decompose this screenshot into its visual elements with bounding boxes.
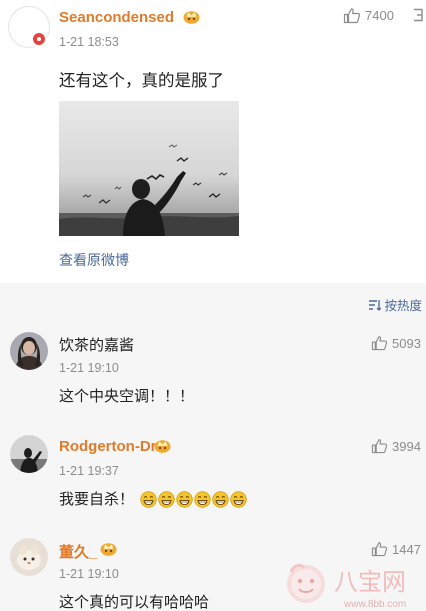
comment-timestamp: 1-21 19:37 [59, 464, 119, 478]
comment-like-button[interactable]: 3994 [371, 438, 421, 454]
comment-like-count: 5093 [392, 335, 421, 351]
thumbs-up-icon [343, 8, 361, 24]
svg-text:八宝网: 八宝网 [334, 568, 406, 596]
commenter-name[interactable]: 董久_ [59, 541, 97, 562]
comment-timestamp: 1-21 19:10 [59, 361, 119, 375]
commenter-avatar[interactable] [10, 332, 48, 370]
sort-by-hot-button[interactable]: 按热度 [368, 295, 422, 314]
post-photo[interactable] [59, 101, 239, 236]
sort-icon [369, 299, 382, 311]
comment-timestamp: 1-21 19:10 [59, 567, 119, 581]
crown-badge-icon [154, 440, 171, 453]
comment-text: 我要自杀！ [59, 488, 247, 509]
post-author-name[interactable]: Seancondensed [59, 9, 174, 26]
expand-menu-icon[interactable] [412, 8, 424, 22]
comment-like-button[interactable]: 1447 [371, 541, 421, 557]
grin-emoji [140, 491, 157, 508]
post-like-button[interactable]: 7400 [343, 7, 394, 24]
grin-emoji [194, 491, 211, 508]
verified-badge-icon [31, 31, 47, 47]
post-timestamp: 1-21 18:53 [59, 35, 119, 49]
crown-badge-icon [100, 543, 117, 556]
comment-text: 这个中央空调！！！ [59, 387, 195, 405]
commenter-avatar[interactable] [10, 538, 48, 576]
comment-like-button[interactable]: 5093 [371, 335, 421, 351]
crown-badge-icon [183, 11, 200, 24]
comment-like-count: 3994 [392, 438, 421, 454]
grin-emoji [230, 491, 247, 508]
post-like-count: 7400 [365, 8, 394, 23]
grin-emoji [212, 491, 229, 508]
grin-emoji [176, 491, 193, 508]
comment-text-body: 我要自杀！ [59, 490, 135, 508]
site-watermark-logo: 八宝网 www.8bb.com [287, 563, 406, 610]
comment-like-count: 1447 [392, 541, 421, 557]
main-post: Seancondensed 1-21 18:53 7400 还有这个，真的是服了 [0, 0, 426, 283]
commenter-name[interactable]: 饮茶的嘉酱 [59, 334, 134, 355]
thumbs-up-icon [371, 336, 388, 351]
svg-text:www.8bb.com: www.8bb.com [343, 599, 406, 610]
grin-emoji [158, 491, 175, 508]
sort-label: 按热度 [384, 298, 422, 313]
view-original-link[interactable]: 查看原微博 [59, 250, 129, 270]
thumbs-up-icon [371, 439, 388, 454]
commenter-avatar[interactable] [10, 435, 48, 473]
post-text: 还有这个，真的是服了 [59, 71, 224, 90]
emoji-row [140, 491, 247, 508]
commenter-name[interactable]: Rodgerton-Dr [59, 438, 157, 455]
comment-text: 这个真的可以有哈哈哈 [59, 593, 210, 611]
thumbs-up-icon [371, 542, 388, 557]
